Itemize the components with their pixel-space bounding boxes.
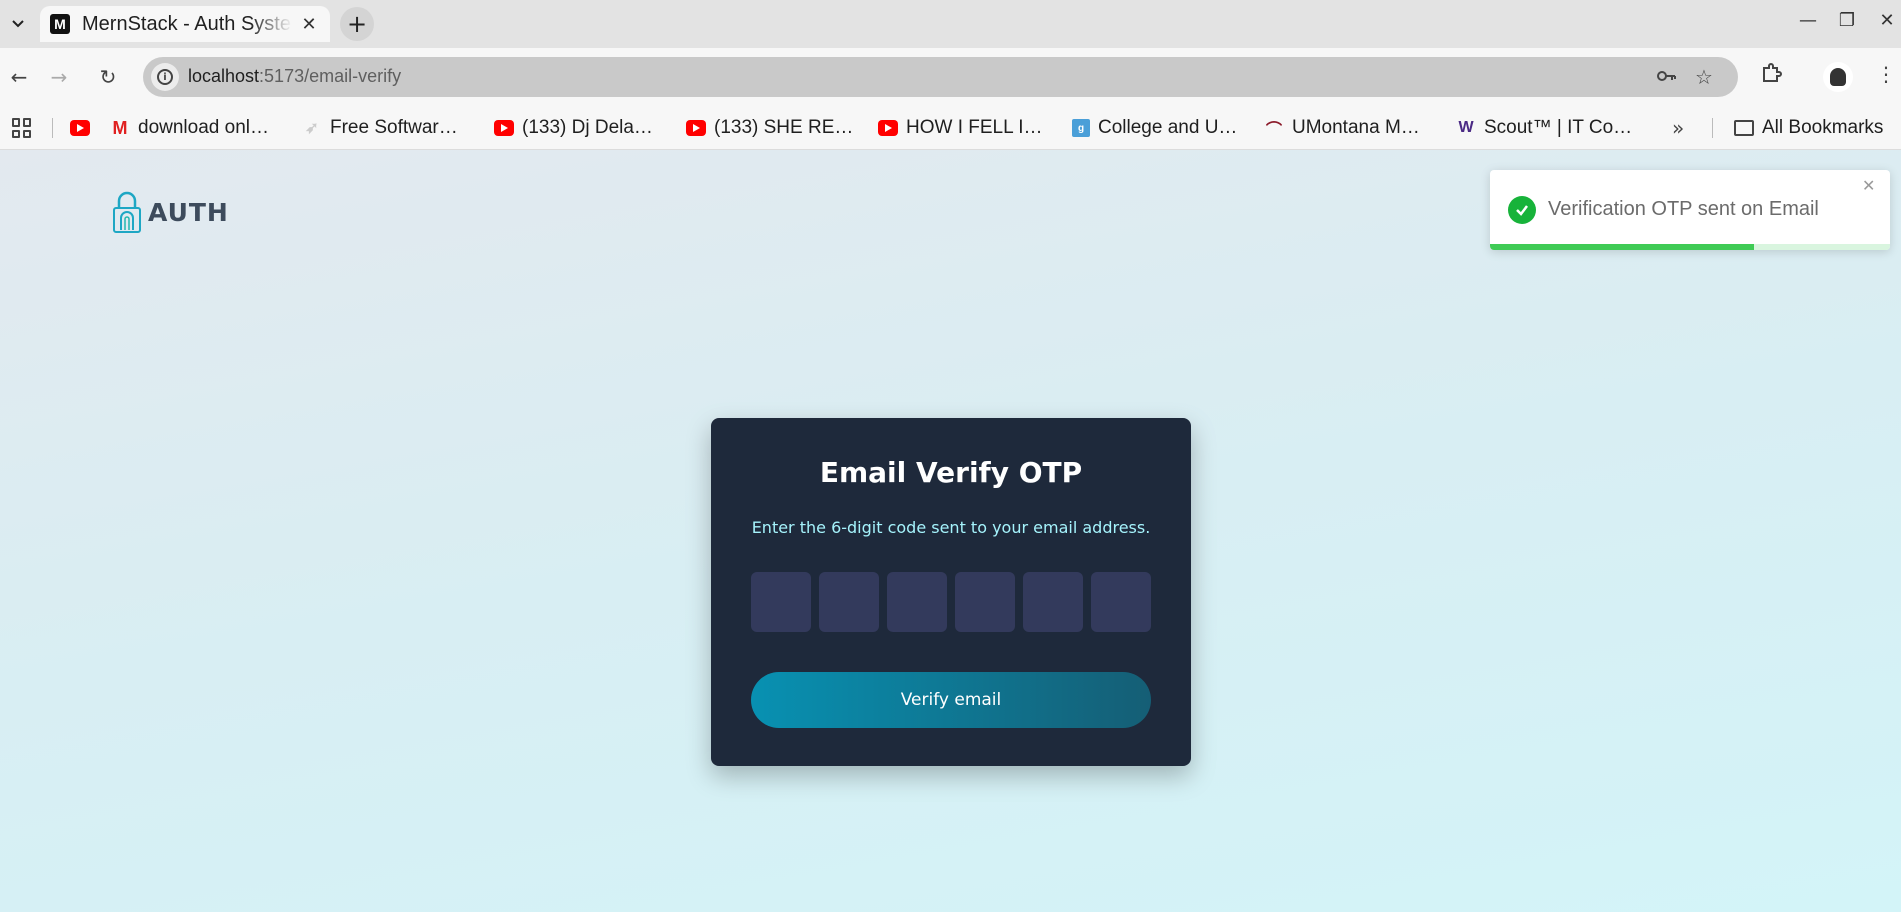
otp-digit-4[interactable] xyxy=(955,572,1015,632)
url-text[interactable]: localhost:5173/email-verify xyxy=(188,66,401,87)
bookmark-label: (133) Dj Dela… xyxy=(522,117,653,138)
new-tab-button[interactable]: + xyxy=(340,7,374,41)
bookmark-item[interactable]: (133) Dj Dela… xyxy=(494,116,653,140)
bookmark-item[interactable]: ⌒ UMontana M… xyxy=(1264,116,1420,140)
bookmarks-divider xyxy=(1712,118,1713,138)
otp-digit-5[interactable] xyxy=(1023,572,1083,632)
bookmark-item[interactable]: W Scout™ | IT Co… xyxy=(1456,116,1632,140)
tab-favicon-icon: M xyxy=(50,14,70,34)
bookmark-youtube[interactable] xyxy=(70,116,98,140)
email-verify-card: Email Verify OTP Enter the 6-digit code … xyxy=(711,418,1191,766)
back-icon[interactable]: ← xyxy=(3,61,35,93)
restore-icon[interactable]: ❐ xyxy=(1832,10,1862,31)
bookmark-item[interactable]: ➶ Free Softwar… xyxy=(302,116,458,140)
bookmark-label: UMontana M… xyxy=(1292,117,1420,138)
card-title: Email Verify OTP xyxy=(819,456,1083,489)
browser-tab-active[interactable]: M MernStack - Auth System ✕ xyxy=(40,6,330,42)
bookmark-star-icon[interactable]: ☆ xyxy=(1695,65,1713,89)
otp-digit-2[interactable] xyxy=(819,572,879,632)
success-check-icon xyxy=(1508,196,1536,224)
bookmark-label: download onl… xyxy=(138,117,269,138)
toast-notification: Verification OTP sent on Email ✕ xyxy=(1490,170,1890,250)
apps-grid-icon[interactable] xyxy=(12,118,32,138)
page-content: AUTH Email Verify OTP Enter the 6-digit … xyxy=(0,150,1901,912)
otp-digit-6[interactable] xyxy=(1091,572,1151,632)
bookmarks-divider xyxy=(52,118,53,138)
toast-close-icon[interactable]: ✕ xyxy=(1862,176,1875,195)
forward-icon[interactable]: → xyxy=(43,61,75,93)
browser-menu-icon[interactable]: ⋮ xyxy=(1876,62,1896,86)
otp-digit-3[interactable] xyxy=(887,572,947,632)
toast-progress-bar xyxy=(1490,244,1754,250)
w-icon: W xyxy=(1458,119,1474,136)
folder-icon xyxy=(1734,120,1754,136)
minimize-icon[interactable]: — xyxy=(1793,10,1823,31)
youtube-icon xyxy=(70,120,90,136)
bookmark-label: Scout™ | IT Co… xyxy=(1484,117,1633,138)
more-bookmarks-icon[interactable]: » xyxy=(1672,116,1684,140)
otp-digit-1[interactable] xyxy=(751,572,811,632)
youtube-icon xyxy=(878,120,898,136)
reload-icon[interactable]: ↻ xyxy=(92,61,124,93)
bookmark-label: (133) SHE RE… xyxy=(714,117,854,138)
url-path: :5173/email-verify xyxy=(259,66,402,86)
app-logo[interactable]: AUTH xyxy=(112,190,229,234)
bookmark-label: College and U… xyxy=(1098,117,1238,138)
bookmark-label: HOW I FELL I… xyxy=(906,117,1043,138)
software-icon: ➶ xyxy=(305,120,319,137)
password-key-icon[interactable] xyxy=(1655,65,1677,92)
all-bookmarks-button[interactable]: All Bookmarks xyxy=(1734,116,1883,140)
bookmark-item[interactable]: Mdownload onl… xyxy=(110,116,269,140)
profile-avatar[interactable] xyxy=(1823,62,1853,92)
youtube-icon xyxy=(686,120,706,136)
youtube-icon xyxy=(494,120,514,136)
browser-toolbar: ← → ↻ i localhost:5173/email-verify ☆ ⋮ xyxy=(0,48,1901,106)
otp-input-group xyxy=(751,572,1151,632)
tab-title: MernStack - Auth System xyxy=(82,12,292,35)
bookmark-item[interactable]: g College and U… xyxy=(1072,116,1237,140)
bookmarks-bar: Mdownload onl… ➶ Free Softwar… (133) Dj D… xyxy=(0,106,1901,150)
toast-message: Verification OTP sent on Email xyxy=(1548,198,1819,220)
lock-fingerprint-icon xyxy=(112,190,142,234)
address-bar[interactable]: i localhost:5173/email-verify ☆ xyxy=(143,57,1738,97)
mega-icon: M xyxy=(112,117,128,138)
tab-close-icon[interactable]: ✕ xyxy=(298,14,320,35)
url-host: localhost xyxy=(188,66,260,86)
all-bookmarks-label: All Bookmarks xyxy=(1762,117,1884,138)
tab-strip: M MernStack - Auth System ✕ + — ❐ ✕ xyxy=(0,0,1901,48)
bookmark-item[interactable]: HOW I FELL I… xyxy=(878,116,1043,140)
extensions-icon[interactable] xyxy=(1760,62,1782,89)
bookmark-label: Free Softwar… xyxy=(330,117,458,138)
close-window-icon[interactable]: ✕ xyxy=(1872,10,1901,31)
logo-text: AUTH xyxy=(148,197,229,227)
verify-email-button[interactable]: Verify email xyxy=(751,672,1151,728)
site-info-icon[interactable]: i xyxy=(151,63,179,91)
umontana-icon: ⌒ xyxy=(1265,122,1282,139)
tab-search-chevron-icon[interactable] xyxy=(4,10,32,38)
card-subtitle: Enter the 6-digit code sent to your emai… xyxy=(751,518,1151,537)
bookmark-item[interactable]: (133) SHE RE… xyxy=(686,116,853,140)
g-icon: g xyxy=(1072,119,1090,137)
